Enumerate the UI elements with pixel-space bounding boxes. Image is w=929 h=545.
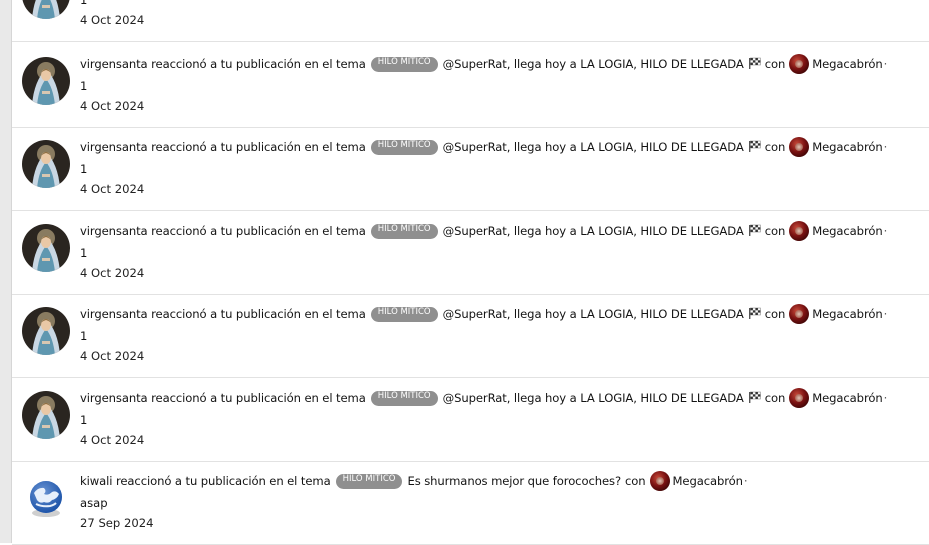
- notification-date: 4 Oct 2024: [80, 13, 145, 27]
- con-text: con: [764, 57, 786, 71]
- topic-link[interactable]: @SuperRat, llega hoy a LA LOGIA, HILO DE…: [443, 140, 744, 154]
- username-link[interactable]: kiwali: [80, 474, 112, 488]
- notification-row[interactable]: virgensanta reaccionó a tu publicación e…: [12, 294, 929, 378]
- action-text: reaccionó a tu publicación en el tema: [151, 391, 366, 405]
- thread-badge: HILO MÍTICO: [335, 473, 403, 489]
- separator-dot: ·: [883, 140, 888, 154]
- virgin-mary-avatar-icon[interactable]: [22, 224, 70, 272]
- virgin-mary-avatar-icon[interactable]: [22, 307, 70, 355]
- con-text: con: [764, 224, 786, 238]
- separator-dot: ·: [883, 224, 888, 238]
- megacabron-reaction-icon: [789, 221, 810, 241]
- checkered-flag-icon: [748, 391, 761, 406]
- notification-row[interactable]: virgensanta reaccionó a tu publicación e…: [12, 378, 929, 462]
- notification-row[interactable]: virgensanta reaccionó a tu publicación e…: [12, 127, 929, 211]
- virgin-mary-avatar-icon[interactable]: [22, 57, 70, 105]
- virgin-mary-avatar-icon[interactable]: [22, 391, 70, 439]
- checkered-flag-icon: [748, 307, 761, 322]
- notification-content: kiwali reaccionó a tu publicación en el …: [80, 469, 929, 533]
- notification-text: virgensanta reaccionó a tu publicación e…: [80, 302, 929, 326]
- separator-dot: ·: [743, 474, 748, 488]
- checkered-flag-icon: [748, 140, 761, 155]
- username-link[interactable]: virgensanta: [80, 307, 148, 321]
- notification-content: 1 4 Oct 2024: [80, 0, 929, 30]
- notification-text: kiwali reaccionó a tu publicación en el …: [80, 469, 929, 493]
- username-link[interactable]: virgensanta: [80, 140, 148, 154]
- megacabron-reaction-icon: [789, 137, 810, 157]
- megacabron-reaction-icon: [649, 471, 670, 491]
- checkered-flag-icon: [748, 224, 761, 239]
- notification-content: virgensanta reaccionó a tu publicación e…: [80, 386, 929, 450]
- username-link[interactable]: virgensanta: [80, 391, 148, 405]
- reaction-name: Megacabrón: [812, 224, 883, 238]
- notification-date: 4 Oct 2024: [80, 349, 145, 363]
- separator-dot: ·: [883, 391, 888, 405]
- thread-badge: HILO MÍTICO: [370, 390, 438, 406]
- username-link[interactable]: virgensanta: [80, 57, 148, 71]
- action-text: reaccionó a tu publicación en el tema: [151, 307, 366, 321]
- notification-text: virgensanta reaccionó a tu publicación e…: [80, 52, 929, 76]
- megacabron-reaction-icon: [789, 54, 810, 74]
- topic-link[interactable]: Es shurmanos mejor que forocoches?: [407, 474, 621, 488]
- left-rail: [0, 0, 12, 543]
- action-text: reaccionó a tu publicación en el tema: [151, 224, 366, 238]
- con-text: con: [764, 140, 786, 154]
- notification-text: virgensanta reaccionó a tu publicación e…: [80, 386, 929, 410]
- topic-link[interactable]: @SuperRat, llega hoy a LA LOGIA, HILO DE…: [443, 307, 744, 321]
- thread-badge: HILO MÍTICO: [370, 223, 438, 239]
- notification-date: 4 Oct 2024: [80, 182, 145, 196]
- notification-row[interactable]: 1 4 Oct 2024: [12, 0, 929, 42]
- notification-date: 4 Oct 2024: [80, 266, 145, 280]
- notification-row[interactable]: kiwali reaccionó a tu publicación en el …: [12, 461, 929, 545]
- checkered-flag-icon: [748, 57, 761, 72]
- notification-date: 27 Sep 2024: [80, 516, 154, 530]
- virgin-mary-avatar-icon[interactable]: [22, 0, 70, 19]
- notification-content: virgensanta reaccionó a tu publicación e…: [80, 52, 929, 116]
- megacabron-reaction-icon: [789, 388, 810, 408]
- notification-row[interactable]: virgensanta reaccionó a tu publicación e…: [12, 211, 929, 295]
- con-text: con: [625, 474, 646, 488]
- notification-date: 4 Oct 2024: [80, 433, 145, 447]
- reaction-name: Megacabrón: [812, 140, 883, 154]
- notification-text: virgensanta reaccionó a tu publicación e…: [80, 135, 929, 159]
- notification-content: virgensanta reaccionó a tu publicación e…: [80, 219, 929, 283]
- notification-row[interactable]: virgensanta reaccionó a tu publicación e…: [12, 44, 929, 128]
- con-text: con: [764, 307, 786, 321]
- notification-extra: 1: [80, 246, 88, 260]
- notification-extra: 1: [80, 162, 88, 176]
- con-text: con: [764, 391, 786, 405]
- action-text: reaccionó a tu publicación en el tema: [151, 140, 366, 154]
- thread-badge: HILO MÍTICO: [370, 306, 438, 322]
- topic-link[interactable]: @SuperRat, llega hoy a LA LOGIA, HILO DE…: [443, 57, 744, 71]
- megacabron-reaction-icon: [789, 304, 810, 324]
- reaction-name: Megacabrón: [812, 57, 883, 71]
- notification-extra: 1: [80, 413, 88, 427]
- globe-avatar-icon[interactable]: [22, 474, 70, 522]
- virgin-mary-avatar-icon[interactable]: [22, 140, 70, 188]
- notification-content: virgensanta reaccionó a tu publicación e…: [80, 135, 929, 199]
- reaction-name: Megacabrón: [672, 474, 744, 488]
- notification-extra: asap: [80, 496, 108, 510]
- separator-dot: ·: [883, 307, 888, 321]
- separator-dot: ·: [883, 57, 888, 71]
- thread-badge: HILO MÍTICO: [370, 56, 438, 72]
- notification-extra: 1: [80, 0, 88, 7]
- notification-extra: 1: [80, 79, 88, 93]
- action-text: reaccionó a tu publicación en el tema: [151, 57, 366, 71]
- reaction-name: Megacabrón: [812, 391, 883, 405]
- topic-link[interactable]: @SuperRat, llega hoy a LA LOGIA, HILO DE…: [443, 224, 744, 238]
- notification-date: 4 Oct 2024: [80, 99, 145, 113]
- thread-badge: HILO MÍTICO: [370, 139, 438, 155]
- notification-text: virgensanta reaccionó a tu publicación e…: [80, 219, 929, 243]
- action-text: reaccionó a tu publicación en el tema: [115, 474, 331, 488]
- topic-link[interactable]: @SuperRat, llega hoy a LA LOGIA, HILO DE…: [443, 391, 744, 405]
- notification-content: virgensanta reaccionó a tu publicación e…: [80, 302, 929, 366]
- username-link[interactable]: virgensanta: [80, 224, 148, 238]
- notification-extra: 1: [80, 329, 88, 343]
- reaction-name: Megacabrón: [812, 307, 883, 321]
